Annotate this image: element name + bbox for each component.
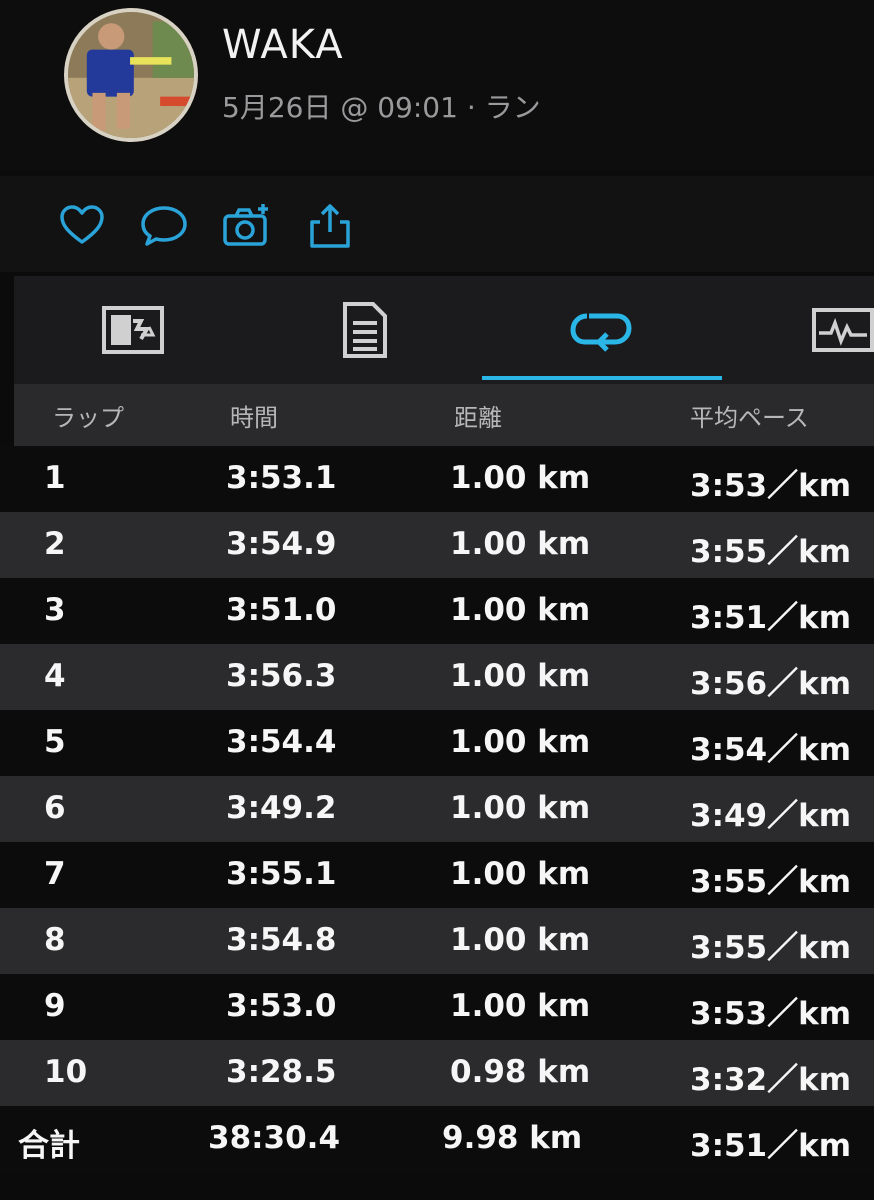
lap-number: 9 [44, 988, 66, 1024]
lap-time: 3:28.5 [226, 1054, 337, 1090]
share-icon[interactable] [306, 202, 354, 250]
lap-distance: 1.00 km [450, 724, 591, 760]
laps-loop-icon [570, 313, 632, 352]
column-header-distance: 距離 [454, 404, 502, 432]
user-name[interactable]: WAKA [222, 22, 344, 68]
avatar[interactable] [64, 8, 198, 142]
tab-laps[interactable] [516, 276, 686, 384]
lap-time: 3:53.1 [226, 460, 337, 496]
lap-time: 3:54.8 [226, 922, 337, 958]
table-row[interactable]: 9 3:53.0 1.00 km 3:53／km [0, 974, 874, 1040]
total-label: 合計 [18, 1128, 80, 1164]
lap-distance: 1.00 km [450, 526, 591, 562]
lap-distance: 1.00 km [450, 658, 591, 694]
table-row[interactable]: 7 3:55.1 1.00 km 3:55／km [0, 842, 874, 908]
lap-pace: 3:56／km [690, 666, 852, 702]
lap-pace: 3:55／km [690, 864, 852, 900]
lap-time: 3:51.0 [226, 592, 337, 628]
lap-pace: 3:55／km [690, 534, 852, 570]
column-header-lap: ラップ [52, 404, 124, 432]
lap-pace: 3:32／km [690, 1062, 852, 1098]
lap-time: 3:49.2 [226, 790, 337, 826]
chart-icon [812, 308, 874, 352]
table-row[interactable]: 10 3:28.5 0.98 km 3:32／km [0, 1040, 874, 1106]
lap-number: 1 [44, 460, 66, 496]
avatar-photo [68, 12, 194, 138]
lap-pace: 3:49／km [690, 798, 852, 834]
lap-distance: 1.00 km [450, 790, 591, 826]
tab-overview[interactable] [48, 276, 218, 384]
lap-number: 6 [44, 790, 66, 826]
lap-time: 3:54.9 [226, 526, 337, 562]
lap-time: 3:53.0 [226, 988, 337, 1024]
lap-distance: 1.00 km [450, 988, 591, 1024]
camera-add-icon[interactable] [222, 202, 270, 250]
lap-number: 5 [44, 724, 66, 760]
action-bar [0, 176, 874, 272]
tab-charts[interactable] [758, 276, 874, 384]
column-header-time: 時間 [230, 404, 278, 432]
lap-number: 10 [44, 1054, 88, 1090]
activity-meta: 5月26日 @ 09:01 · ラン [222, 91, 541, 124]
lap-distance: 1.00 km [450, 922, 591, 958]
lap-number: 8 [44, 922, 66, 958]
lap-pace: 3:51／km [690, 600, 852, 636]
table-row[interactable]: 5 3:54.4 1.00 km 3:54／km [0, 710, 874, 776]
lap-distance: 1.00 km [450, 592, 591, 628]
lap-pace: 3:54／km [690, 732, 852, 768]
active-tab-indicator [482, 376, 722, 380]
tab-details[interactable] [280, 276, 450, 384]
table-row[interactable]: 2 3:54.9 1.00 km 3:55／km [0, 512, 874, 578]
heart-icon[interactable] [58, 202, 106, 250]
table-row[interactable]: 1 3:53.1 1.00 km 3:53／km [0, 446, 874, 512]
lap-time: 3:55.1 [226, 856, 337, 892]
lap-time: 3:54.4 [226, 724, 337, 760]
lap-distance: 1.00 km [450, 856, 591, 892]
table-row[interactable]: 4 3:56.3 1.00 km 3:56／km [0, 644, 874, 710]
activity-header: WAKA 5月26日 @ 09:01 · ラン [0, 0, 874, 170]
lap-time: 3:56.3 [226, 658, 337, 694]
table-row[interactable]: 8 3:54.8 1.00 km 3:55／km [0, 908, 874, 974]
details-document-icon [343, 302, 387, 358]
table-row[interactable]: 6 3:49.2 1.00 km 3:49／km [0, 776, 874, 842]
lap-number: 7 [44, 856, 66, 892]
lap-number: 3 [44, 592, 66, 628]
lap-distance: 0.98 km [450, 1054, 591, 1090]
total-time: 38:30.4 [208, 1120, 341, 1156]
lap-pace: 3:55／km [690, 930, 852, 966]
laps-table-header: ラップ 時間 距離 平均ペース [14, 384, 874, 446]
column-header-pace: 平均ペース [690, 404, 809, 432]
lap-pace: 3:53／km [690, 468, 852, 504]
lap-distance: 1.00 km [450, 460, 591, 496]
total-pace: 3:51／km [690, 1128, 852, 1164]
comment-icon[interactable] [140, 202, 188, 250]
table-row[interactable]: 3 3:51.0 1.00 km 3:51／km [0, 578, 874, 644]
lap-pace: 3:53／km [690, 996, 852, 1032]
map-summary-icon [102, 306, 164, 354]
lap-number: 4 [44, 658, 66, 694]
tab-bar [14, 276, 874, 384]
lap-number: 2 [44, 526, 66, 562]
total-row[interactable]: 合計 38:30.4 9.98 km 3:51／km [0, 1106, 874, 1172]
total-distance: 9.98 km [442, 1120, 583, 1156]
